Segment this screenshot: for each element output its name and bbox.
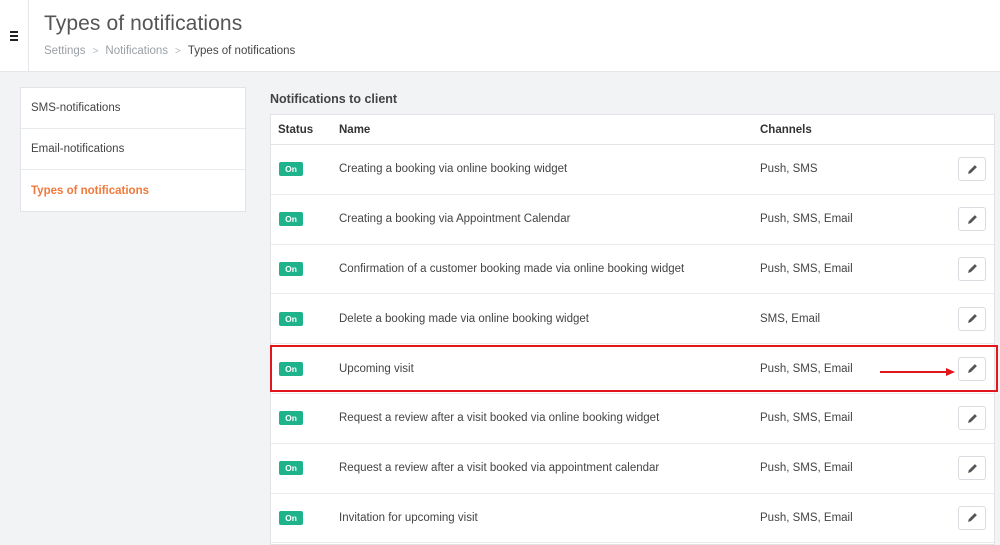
sidebar-item-types-of-notifications[interactable]: Types of notifications (21, 170, 245, 211)
status-cell: On (271, 411, 330, 426)
pencil-icon (967, 164, 977, 174)
table-row: On Confirmation of a customer booking mad… (271, 245, 994, 295)
notification-channels: SMS, Email (760, 312, 821, 325)
notifications-table: Status Name Channels On Creating a bookin… (270, 114, 995, 545)
breadcrumb-notifications-link[interactable]: Notifications (105, 45, 168, 57)
status-cell: On (271, 510, 330, 525)
table-row: On Delete a booking made via online booki… (271, 294, 994, 345)
pencil-icon (967, 463, 977, 473)
notification-name: Request a review after a visit booked vi… (339, 412, 660, 425)
page-title: Types of notifications (44, 12, 243, 35)
notification-name: Upcoming visit (339, 362, 414, 375)
status-badge[interactable]: On (279, 162, 303, 177)
edit-button[interactable] (958, 256, 986, 281)
pencil-icon (967, 364, 977, 373)
notification-name: Creating a booking via Appointment Calen… (339, 213, 571, 226)
table-row: On Upcoming visit Push, SMS, Email (271, 344, 994, 394)
status-badge[interactable]: On (279, 510, 303, 525)
table-row: On Request a review after a visit booked … (271, 444, 994, 494)
section-title: Notifications to client (270, 92, 398, 106)
edit-button[interactable] (958, 456, 986, 481)
status-badge[interactable]: On (279, 361, 303, 376)
notification-channels: Push, SMS, Email (760, 412, 853, 425)
pencil-icon (967, 513, 977, 523)
notification-name: Confirmation of a customer booking made … (339, 262, 685, 275)
column-header-channels: Channels (760, 123, 812, 136)
edit-button[interactable] (958, 207, 986, 232)
status-badge[interactable]: On (279, 261, 303, 276)
edit-button[interactable] (958, 406, 986, 431)
breadcrumb-separator: > (175, 45, 181, 57)
sidebar-item-email-notifications[interactable]: Email-notifications (21, 129, 245, 170)
notification-name: Delete a booking made via online booking… (339, 312, 589, 325)
pencil-icon (967, 264, 977, 274)
notification-channels: Push, SMS, Email (760, 462, 853, 475)
status-badge[interactable]: On (279, 411, 303, 426)
table-row: On Creating a booking via online booking … (271, 145, 994, 195)
breadcrumb-settings-link[interactable]: Settings (44, 45, 86, 57)
table-row: On Creating a booking via Appointment Cal… (271, 195, 994, 245)
notification-name: Invitation for upcoming visit (339, 511, 478, 524)
status-cell: On (271, 261, 330, 276)
notification-channels: Push, SMS, Email (760, 213, 853, 226)
edit-button[interactable] (958, 356, 986, 381)
notification-name: Creating a booking via online booking wi… (339, 163, 568, 176)
sidebar-item-sms-notifications[interactable]: SMS-notifications (21, 88, 245, 129)
status-cell: On (271, 361, 330, 376)
column-header-name: Name (339, 123, 371, 136)
status-badge[interactable]: On (279, 311, 303, 326)
status-cell: On (271, 311, 330, 326)
pencil-icon (967, 214, 977, 224)
table-row: On Invitation for upcoming visit Push, SMS… (271, 494, 994, 544)
pencil-icon (967, 413, 977, 423)
notification-channels: Push, SMS, Email (760, 362, 853, 375)
status-cell: On (271, 212, 330, 227)
status-badge[interactable]: On (279, 212, 303, 227)
notification-channels: Push, SMS, Email (760, 262, 853, 275)
edit-button[interactable] (958, 306, 986, 331)
breadcrumb: Settings > Notifications > Types of noti… (44, 45, 295, 57)
notification-name: Request a review after a visit booked vi… (339, 462, 660, 475)
breadcrumb-current: Types of notifications (187, 45, 296, 57)
notification-channels: Push, SMS, Email (760, 511, 853, 524)
column-header-status: Status (278, 123, 314, 136)
hamburger-menu-button[interactable] (0, 0, 29, 72)
table-row: On Request a review after a visit booked … (271, 394, 994, 444)
edit-button[interactable] (958, 157, 986, 182)
edit-button[interactable] (958, 505, 986, 530)
status-cell: On (271, 162, 330, 177)
breadcrumb-separator: > (92, 45, 99, 57)
hamburger-icon (10, 31, 18, 41)
table-header: Status Name Channels (271, 115, 994, 145)
top-bar: Types of notifications Settings > Notifi… (0, 0, 1000, 72)
settings-sidebar: SMS-notifications Email-notifications Ty… (20, 87, 246, 212)
pencil-icon (967, 314, 977, 324)
status-badge[interactable]: On (279, 461, 303, 476)
status-cell: On (271, 461, 330, 476)
notification-channels: Push, SMS (760, 163, 818, 176)
